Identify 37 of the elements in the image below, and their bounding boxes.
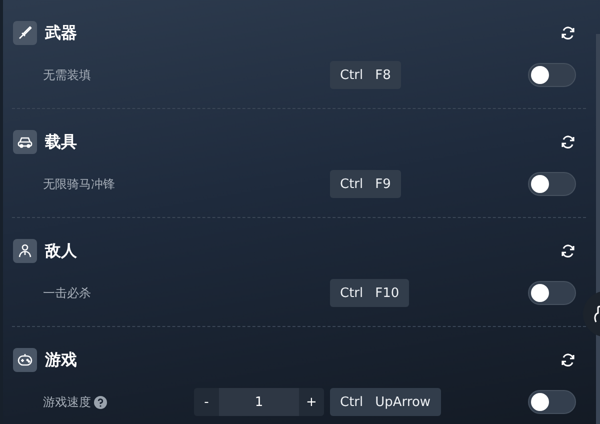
refresh-icon[interactable] <box>560 243 576 259</box>
refresh-icon[interactable] <box>560 134 576 150</box>
toggle-switch[interactable] <box>528 172 576 196</box>
toggle-switch[interactable] <box>528 281 576 305</box>
section-title: 武器 <box>45 22 78 44</box>
toggle-switch[interactable] <box>528 63 576 87</box>
key-label: F8 <box>375 68 391 82</box>
option-label: 无需装填 <box>43 66 91 84</box>
key-label: UpArrow <box>375 394 431 410</box>
refresh-icon[interactable] <box>560 352 576 368</box>
key-label: F10 <box>375 286 400 300</box>
sword-icon <box>13 21 37 45</box>
toggle-switch[interactable] <box>528 390 576 414</box>
key-label: Ctrl <box>340 286 364 300</box>
decrease-button[interactable]: - <box>194 388 219 416</box>
key-label: Ctrl <box>340 394 364 410</box>
key-label: Ctrl <box>340 68 364 82</box>
person-icon <box>13 239 37 263</box>
scrollbar[interactable] <box>596 34 600 424</box>
value-field[interactable]: 1 <box>219 388 299 416</box>
refresh-icon[interactable] <box>560 25 576 41</box>
help-icon[interactable] <box>94 396 107 408</box>
option-label: 无限骑马冲锋 <box>43 176 115 192</box>
option-label: 一击必杀 <box>43 284 91 302</box>
section-title: 游戏 <box>45 350 78 370</box>
car-icon <box>13 130 37 154</box>
key-label: Ctrl <box>340 176 364 192</box>
section-title: 载具 <box>45 132 78 152</box>
section-title: 敌人 <box>45 240 78 262</box>
option-label: 游戏速度 <box>43 394 91 410</box>
increase-button[interactable]: + <box>299 388 324 416</box>
hotkey-chip[interactable]: Ctrl F9 <box>330 170 401 198</box>
hotkey-chip[interactable]: Ctrl F8 <box>330 61 401 89</box>
hotkey-chip[interactable]: Ctrl F10 <box>330 279 410 307</box>
hotkey-chip[interactable]: Ctrl UpArrow <box>330 388 441 416</box>
key-label: F9 <box>375 176 391 192</box>
gamepad-icon <box>13 348 37 372</box>
